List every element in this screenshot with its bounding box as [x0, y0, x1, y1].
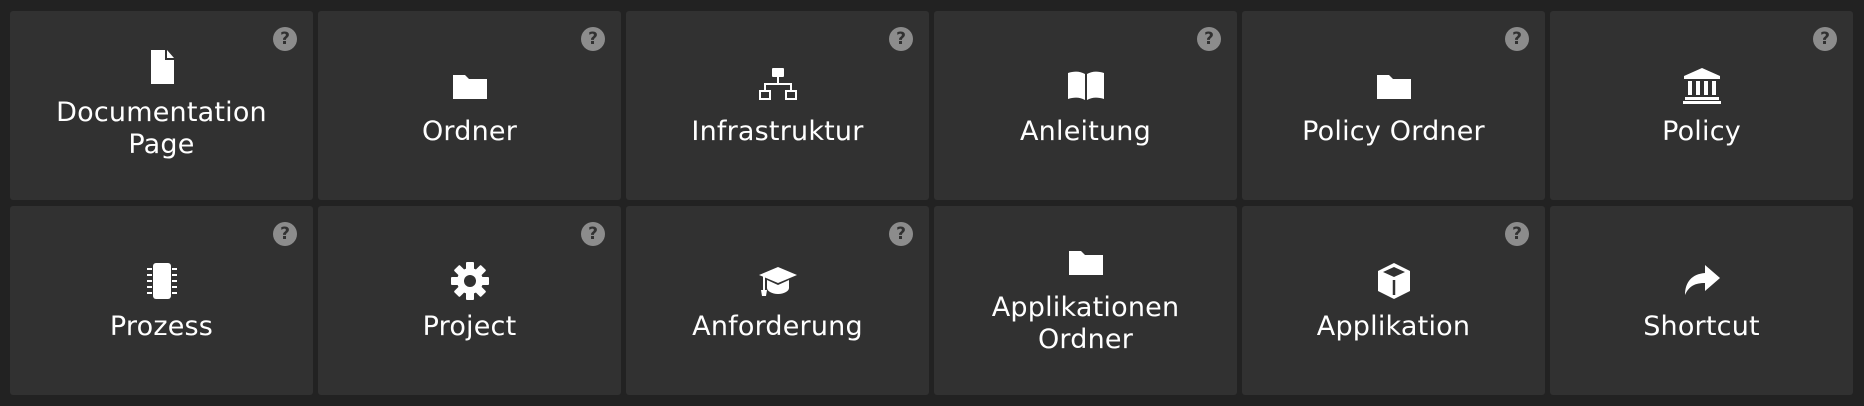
landmark-icon	[1680, 64, 1724, 108]
tile-documentation-page[interactable]: ? Documentation Page	[10, 11, 313, 200]
tile-prozess[interactable]: ? Prozess	[10, 206, 313, 395]
help-icon[interactable]: ?	[581, 222, 605, 246]
folder-icon	[1372, 64, 1416, 108]
help-icon[interactable]: ?	[273, 27, 297, 51]
file-icon	[140, 45, 184, 89]
cube-icon	[1372, 259, 1416, 303]
tile-shortcut[interactable]: Shortcut	[1550, 206, 1853, 395]
tile-label: Anleitung	[1020, 115, 1151, 147]
share-arrow-icon	[1680, 259, 1724, 303]
tile-anforderung[interactable]: ? Anforderung	[626, 206, 929, 395]
help-icon[interactable]: ?	[1505, 222, 1529, 246]
tile-ordner[interactable]: ? Ordner	[318, 11, 621, 200]
sitemap-icon	[756, 64, 800, 108]
tile-label: Ordner	[421, 115, 518, 147]
gear-icon	[448, 259, 492, 303]
help-icon[interactable]: ?	[1197, 27, 1221, 51]
tile-infrastruktur[interactable]: ? Infrastruktur	[626, 11, 929, 200]
tile-label: Applikation	[1316, 310, 1471, 342]
tile-anleitung[interactable]: ? Anleitung	[934, 11, 1237, 200]
folder-icon	[448, 64, 492, 108]
tile-label: Applikationen Ordner	[991, 291, 1180, 355]
help-icon[interactable]: ?	[889, 27, 913, 51]
help-icon[interactable]: ?	[1813, 27, 1837, 51]
help-icon[interactable]: ?	[889, 222, 913, 246]
tile-label: Anforderung	[692, 310, 863, 342]
help-icon[interactable]: ?	[273, 222, 297, 246]
tile-project[interactable]: ? Project	[318, 206, 621, 395]
help-icon[interactable]: ?	[581, 27, 605, 51]
tile-policy-ordner[interactable]: ? Policy Ordner	[1242, 11, 1545, 200]
folder-icon	[1064, 240, 1108, 284]
microchip-icon	[140, 259, 184, 303]
item-type-grid: ? Documentation Page ? Ordner ? Infrastr…	[10, 11, 1853, 395]
tile-label: Policy	[1662, 115, 1741, 147]
tile-applikationen-ordner[interactable]: Applikationen Ordner	[934, 206, 1237, 395]
tile-policy[interactable]: ? Policy	[1550, 11, 1853, 200]
book-open-icon	[1064, 64, 1108, 108]
tile-label: Documentation Page	[56, 96, 267, 160]
graduation-cap-icon	[756, 259, 800, 303]
tile-label: Infrastruktur	[691, 115, 864, 147]
tile-label: Shortcut	[1643, 310, 1760, 342]
tile-label: Policy Ordner	[1302, 115, 1485, 147]
tile-applikation[interactable]: ? Applikation	[1242, 206, 1545, 395]
tile-label: Project	[422, 310, 517, 342]
help-icon[interactable]: ?	[1505, 27, 1529, 51]
tile-label: Prozess	[109, 310, 214, 342]
